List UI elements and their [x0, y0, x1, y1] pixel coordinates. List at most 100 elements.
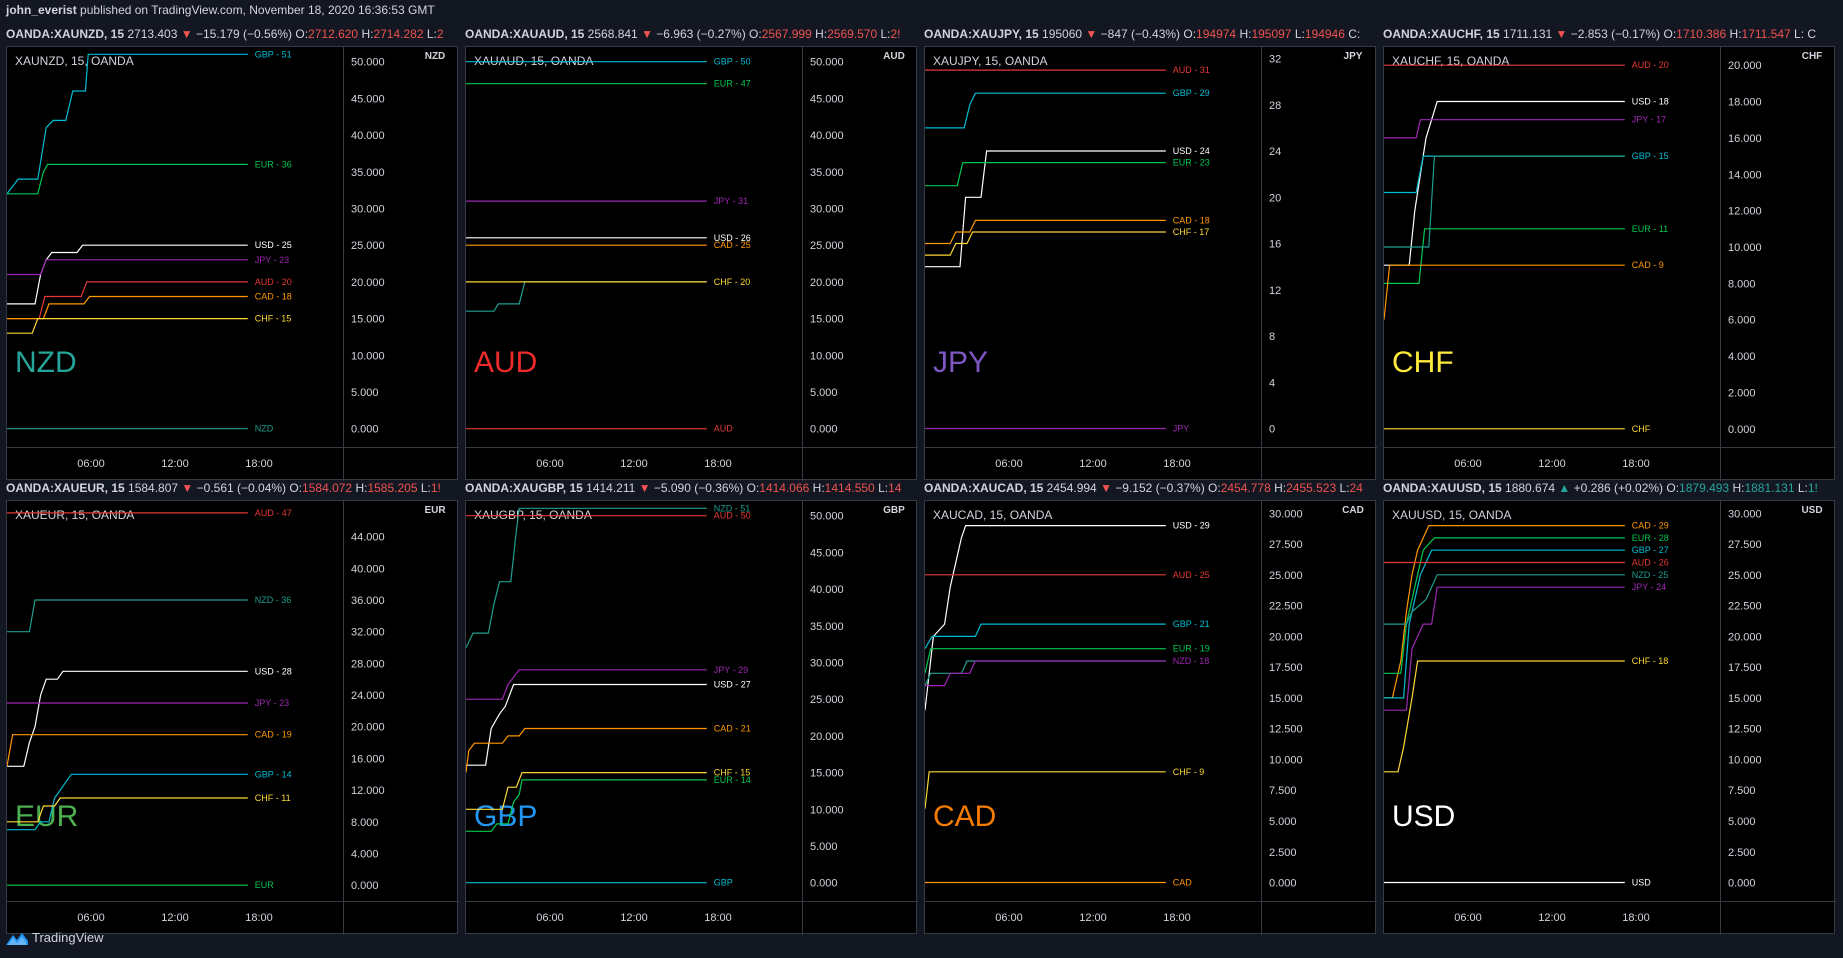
high-label: H:	[1239, 27, 1252, 41]
chart-svg-jpy[interactable]: JPY XAUJPY, 15, OANDA JPY 0 4 8 12 16 20 24 28 32 06…	[925, 47, 1377, 481]
series-line-usd[interactable]	[925, 525, 1166, 711]
series-line-jpy[interactable]	[925, 660, 1166, 687]
series-line-gbp[interactable]	[1384, 155, 1625, 194]
y-tick-label: 25.000	[1269, 570, 1303, 582]
series-label-jpy: NZD - 18	[1173, 656, 1210, 666]
series-label-cad: CAD - 9	[1632, 260, 1664, 270]
chart-panel[interactable]: EUR XAUEUR, 15, OANDA EUR 0.000 4.000 8.000 12…	[6, 500, 459, 935]
series-label-cad: CAD - 21	[714, 724, 751, 734]
symbol-header[interactable]: OANDA:XAUCAD, 15 2454.994 ▼ −9.152 (−0.3…	[924, 478, 1376, 498]
series-label-cad: CAD - 18	[1173, 215, 1210, 225]
series-line-usd[interactable]	[466, 683, 707, 766]
currency-watermark: AUD	[474, 346, 537, 379]
chart-panel[interactable]: USD XAUUSD, 15, OANDA USD 0.000 2.500 5.000 7.…	[1383, 500, 1836, 935]
symbol-name[interactable]: OANDA:XAUCAD, 15	[924, 481, 1043, 495]
chart-title: XAUCHF, 15, OANDA	[1392, 54, 1509, 68]
series-line-nzd[interactable]	[466, 507, 707, 649]
symbol-header[interactable]: OANDA:XAUCHF, 15 1711.131 ▼ −2.853 (−0.1…	[1383, 24, 1835, 44]
series-line-cad[interactable]	[466, 727, 707, 773]
series-line-gbp[interactable]	[925, 623, 1166, 649]
series-label-gbp: GBP - 27	[1632, 545, 1669, 555]
chart-pane-chf[interactable]: OANDA:XAUCHF, 15 1711.131 ▼ −2.853 (−0.1…	[1377, 24, 1836, 481]
x-tick-label: 12:00	[161, 458, 189, 470]
series-line-jpy[interactable]	[1384, 586, 1625, 711]
high-value: 2714.282	[373, 27, 427, 41]
series-line-jpy[interactable]	[1384, 119, 1625, 139]
chart-panel[interactable]: CHF XAUCHF, 15, OANDA CHF 0.000 2.000 4.000 6.…	[1383, 46, 1836, 481]
series-line-cad[interactable]	[7, 734, 248, 767]
symbol-name[interactable]: OANDA:XAUUSD, 15	[1383, 481, 1502, 495]
price-change: −0.561 (−0.04%)	[193, 481, 290, 495]
series-label-usd: USD - 24	[1173, 146, 1210, 156]
symbol-name[interactable]: OANDA:XAUNZD, 15	[6, 27, 124, 41]
chart-svg-aud[interactable]: AUD XAUAUD, 15, OANDA AUD 0.000 5.000 10.000 1…	[466, 47, 918, 481]
series-line-eur[interactable]	[925, 161, 1166, 187]
symbol-header[interactable]: OANDA:XAUNZD, 15 2713.403 ▼ −15.179 (−0.…	[6, 24, 458, 44]
chart-svg-nzd[interactable]: NZD XAUNZD, 15, OANDA NZD 0.000 5.000 10.000 1…	[7, 47, 459, 481]
last-price: 1584.807	[124, 481, 182, 495]
publisher-name[interactable]: john_everist	[6, 3, 77, 17]
last-price: 195060	[1038, 27, 1086, 41]
symbol-header[interactable]: OANDA:XAUGBP, 15 1414.211 ▼ −5.090 (−0.3…	[465, 478, 917, 498]
chart-pane-cad[interactable]: OANDA:XAUCAD, 15 2454.994 ▼ −9.152 (−0.3…	[918, 478, 1377, 935]
series-label-aud: AUD - 25	[1173, 570, 1210, 580]
series-line-nzd[interactable]	[1384, 574, 1625, 625]
symbol-header[interactable]: OANDA:XAUJPY, 15 195060 ▼ −847 (−0.43%) …	[924, 24, 1376, 44]
symbol-name[interactable]: OANDA:XAUAUD, 15	[465, 27, 584, 41]
chart-pane-usd[interactable]: OANDA:XAUUSD, 15 1880.674 ▲ +0.286 (+0.0…	[1377, 478, 1836, 935]
series-line-usd[interactable]	[1384, 100, 1625, 266]
chart-panel[interactable]: GBP XAUGBP, 15, OANDA GBP 0.000 5.000 10.000 1…	[465, 500, 918, 935]
series-line-jpy[interactable]	[7, 259, 248, 276]
series-line-chf[interactable]	[1384, 660, 1625, 773]
series-line-cad[interactable]	[7, 295, 248, 320]
symbol-name[interactable]: OANDA:XAUCHF, 15	[1383, 27, 1500, 41]
chart-pane-eur[interactable]: OANDA:XAUEUR, 15 1584.807 ▼ −0.561 (−0.0…	[0, 478, 459, 935]
price-change: −847 (−0.43%)	[1097, 27, 1184, 41]
chart-panel[interactable]: NZD XAUNZD, 15, OANDA NZD 0.000 5.000 10.000 1…	[6, 46, 459, 481]
series-line-gbp[interactable]	[1384, 549, 1625, 699]
high-value: 1414.550	[824, 481, 879, 495]
symbol-header[interactable]: OANDA:XAUAUD, 15 2568.841 ▼ −6.963 (−0.2…	[465, 24, 917, 44]
chart-panel[interactable]: AUD XAUAUD, 15, OANDA AUD 0.000 5.000 10.000 1…	[465, 46, 918, 481]
y-tick-label: 20.000	[1269, 631, 1303, 643]
chart-svg-chf[interactable]: CHF XAUCHF, 15, OANDA CHF 0.000 2.000 4.000 6.…	[1384, 47, 1836, 481]
price-axis-unit: NZD	[425, 51, 446, 62]
chart-pane-gbp[interactable]: OANDA:XAUGBP, 15 1414.211 ▼ −5.090 (−0.3…	[459, 478, 918, 935]
series-line-aud[interactable]	[7, 281, 248, 320]
symbol-header[interactable]: OANDA:XAUEUR, 15 1584.807 ▼ −0.561 (−0.0…	[6, 478, 458, 498]
symbol-name[interactable]: OANDA:XAUEUR, 15	[6, 481, 125, 495]
series-line-chf[interactable]	[7, 318, 248, 334]
y-tick-label: 8.000	[351, 817, 379, 829]
chart-panel[interactable]: CAD XAUCAD, 15, OANDA CAD 0.000 2.500 5.000 7.…	[924, 500, 1377, 935]
chart-svg-usd[interactable]: USD XAUUSD, 15, OANDA USD 0.000 2.500 5.000 7.…	[1384, 501, 1836, 935]
chart-pane-aud[interactable]: OANDA:XAUAUD, 15 2568.841 ▼ −6.963 (−0.2…	[459, 24, 918, 481]
series-line-eur[interactable]	[1384, 228, 1625, 284]
low-value: 2!	[890, 27, 901, 41]
symbol-name[interactable]: OANDA:XAUJPY, 15	[924, 27, 1039, 41]
series-line-usd[interactable]	[7, 670, 248, 767]
symbol-header[interactable]: OANDA:XAUUSD, 15 1880.674 ▲ +0.286 (+0.0…	[1383, 478, 1835, 498]
low-value: 2	[436, 27, 444, 41]
chart-svg-cad[interactable]: CAD XAUCAD, 15, OANDA CAD 0.000 2.500 5.000 7.…	[925, 501, 1377, 935]
series-label-eur: EUR	[255, 880, 275, 890]
series-line-usd[interactable]	[7, 244, 248, 305]
chart-svg-gbp[interactable]: GBP XAUGBP, 15, OANDA GBP 0.000 5.000 10.000 1…	[466, 501, 918, 935]
chart-pane-jpy[interactable]: OANDA:XAUJPY, 15 195060 ▼ −847 (−0.43%) …	[918, 24, 1377, 481]
chart-panel[interactable]: JPY XAUJPY, 15, OANDA JPY 0 4 8 12 16 20 24 28 32 06…	[924, 46, 1377, 481]
series-line-cad[interactable]	[1384, 525, 1625, 699]
series-line-nzd[interactable]	[7, 599, 248, 633]
series-line-nzd[interactable]	[466, 281, 707, 312]
tradingview-logo[interactable]: TradingView	[6, 930, 104, 946]
series-label-gbp: GBP - 50	[714, 57, 751, 67]
currency-watermark: CAD	[933, 800, 996, 833]
chart-svg-eur[interactable]: EUR XAUEUR, 15, OANDA EUR 0.000 4.000 8.000 12…	[7, 501, 459, 935]
last-price: 2713.403	[124, 27, 181, 41]
series-line-eur[interactable]	[7, 163, 248, 195]
high-label: H:	[812, 481, 825, 495]
y-tick-label: 40.000	[351, 130, 385, 142]
symbol-name[interactable]: OANDA:XAUGBP, 15	[465, 481, 583, 495]
series-line-eur[interactable]	[1384, 537, 1625, 674]
y-tick-label: 12.000	[1728, 206, 1762, 218]
chart-pane-nzd[interactable]: OANDA:XAUNZD, 15 2713.403 ▼ −15.179 (−0.…	[0, 24, 459, 481]
series-line-gbp[interactable]	[925, 92, 1166, 129]
